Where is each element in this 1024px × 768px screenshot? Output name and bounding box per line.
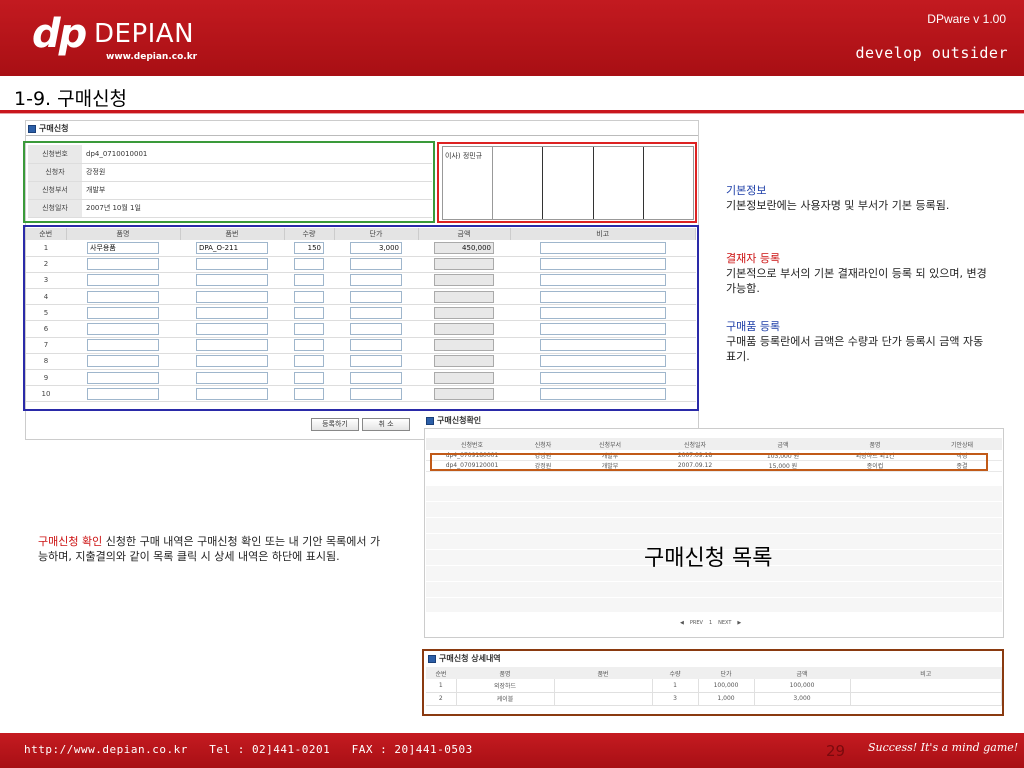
title-divider-shadow (0, 113, 1024, 114)
detail-header-row: 순번 품명 품번 수량 단가 금액 비고 (426, 667, 1002, 679)
col-header: 금액 (738, 438, 828, 450)
detail-table: 순번 품명 품번 수량 단가 금액 비고 1 외장하드 1 100,000 10… (426, 667, 1002, 706)
note-title: 구매품 등록 (726, 320, 781, 333)
detail-cell: 1,000 (698, 692, 755, 706)
basic-info-highlight (23, 141, 435, 223)
list-caption: 구매신청 목록 (644, 546, 773, 571)
logo-dp: dp (32, 11, 87, 57)
footer-tel: Tel : 02]441-0201 (209, 743, 331, 756)
logo-name: DEPIAN (94, 19, 195, 49)
footer-fax: FAX : 20]441-0503 (351, 743, 473, 756)
col-header: 단가 (698, 667, 754, 679)
version-label: DPware v 1.00 (927, 12, 1006, 26)
note-text: 기본정보란에는 사용자명 및 부서가 기본 등록됨. (726, 199, 950, 212)
form-section-title: 구매신청 (39, 124, 69, 133)
form-section-header: 구매신청 (28, 123, 68, 134)
col-header: 품번 (554, 667, 652, 679)
form-header-line (26, 135, 698, 136)
note-items: 구매품 등록 구매품 등록란에서 금액은 수량과 단가 등록시 금액 자동 표기… (726, 319, 992, 364)
col-header: 품명 (456, 667, 554, 679)
footer-signature: Success! It's a mind game! (868, 741, 1019, 754)
note-text: 구매품 등록란에서 금액은 수량과 단가 등록시 금액 자동 표기. (726, 335, 984, 363)
logo-url: www.depian.co.kr (106, 52, 198, 62)
page-number-label: 29 (826, 742, 846, 760)
prev-page-icon[interactable]: ◀ (680, 620, 684, 626)
header-bar: dp DEPIAN www.depian.co.kr DPware v 1.00… (0, 0, 1024, 76)
col-header: 순번 (426, 667, 456, 679)
items-highlight (23, 225, 699, 411)
note-confirm: 구매신청 확인 신청한 구매 내역은 구매신청 확인 또는 내 기안 목록에서 … (38, 534, 388, 564)
page-title: 1-9. 구매신청 (14, 88, 128, 110)
cancel-button[interactable]: 취 소 (362, 418, 410, 431)
detail-cell (850, 679, 1002, 693)
note-basic-info: 기본정보 기본정보란에는 사용자명 및 부서가 기본 등록됨. (726, 183, 992, 213)
register-button[interactable]: 등록하기 (311, 418, 359, 431)
detail-row: 1 외장하드 1 100,000 100,000 (426, 679, 1002, 693)
detail-section-header: 구매신청 상세내역 (428, 653, 501, 664)
next-page-link[interactable]: NEXT (718, 620, 731, 626)
approver-highlight (437, 142, 697, 223)
detail-cell: 100,000 (698, 679, 755, 693)
slogan: develop outsider (855, 44, 1008, 62)
detail-cell: 1 (426, 679, 457, 693)
selected-row-highlight (430, 453, 988, 471)
detail-section-title: 구매신청 상세내역 (439, 654, 501, 663)
page-number[interactable]: 1 (709, 620, 712, 626)
detail-cell (554, 679, 653, 693)
col-header: 품명 (828, 438, 922, 450)
note-text: 기본적으로 부서의 기본 결재라인이 등록 되 있으며, 변경 가능함. (726, 267, 987, 295)
col-header: 비고 (850, 667, 1002, 679)
detail-cell: 3,000 (754, 692, 851, 706)
footer-url: http://www.depian.co.kr (24, 743, 188, 756)
col-header: 신청일자 (652, 438, 738, 450)
detail-cell: 3 (652, 692, 699, 706)
next-page-icon[interactable]: ▶ (737, 620, 741, 626)
section-square-icon (28, 124, 36, 133)
list-section-header: 구매신청확인 (426, 415, 481, 426)
section-square-icon (426, 416, 434, 425)
detail-cell: 100,000 (754, 679, 851, 693)
footer-bar: http://www.depian.co.kr Tel : 02]441-020… (0, 733, 1024, 768)
list-section-title: 구매신청확인 (437, 416, 482, 425)
detail-cell: 2 (426, 692, 457, 706)
col-header: 금액 (754, 667, 850, 679)
list-header-row: 신청번호 신청자 신청부서 신청일자 금액 품명 기안상태 (426, 438, 1002, 450)
col-header: 신청번호 (426, 438, 518, 450)
note-title: 기본정보 (726, 184, 767, 197)
footer-contact: http://www.depian.co.kr Tel : 02]441-020… (24, 743, 473, 756)
note-approver: 결재자 등록 기본적으로 부서의 기본 결재라인이 등록 되 있으며, 변경 가… (726, 251, 992, 296)
pagination: ◀ PREV 1 NEXT ▶ (680, 620, 741, 626)
note-title: 결재자 등록 (726, 252, 781, 265)
col-header: 신청부서 (568, 438, 652, 450)
detail-cell: 1 (652, 679, 699, 693)
col-header: 수량 (652, 667, 698, 679)
col-header: 기안상태 (922, 438, 1002, 450)
detail-cell (850, 692, 1002, 706)
prev-page-link[interactable]: PREV (690, 620, 703, 626)
detail-cell (554, 692, 653, 706)
note-title: 구매신청 확인 (38, 535, 103, 548)
col-header: 신청자 (518, 438, 568, 450)
detail-cell: 케이블 (456, 692, 555, 706)
detail-cell: 외장하드 (456, 679, 555, 693)
section-square-icon (428, 654, 436, 663)
detail-row: 2 케이블 3 1,000 3,000 (426, 692, 1002, 706)
